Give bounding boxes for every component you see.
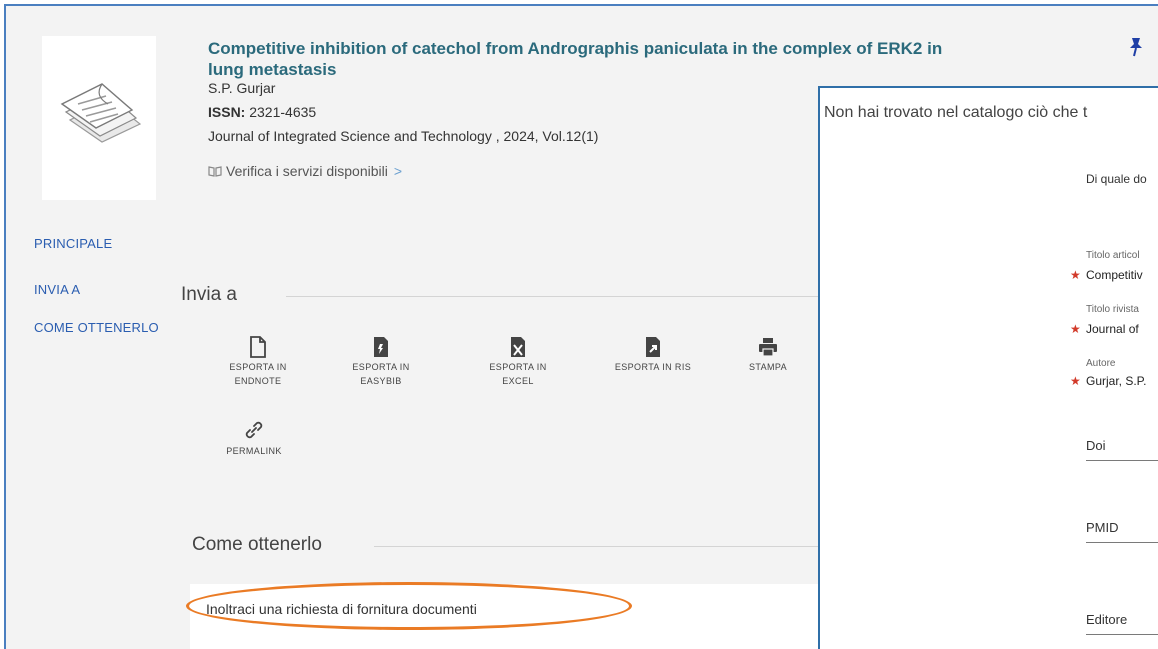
obtain-section-divider xyxy=(374,546,826,547)
easybib-icon xyxy=(374,337,388,357)
pin-icon[interactable] xyxy=(1128,36,1144,63)
issn-label: ISSN: xyxy=(208,104,246,120)
export-excel-line1: ESPORTA IN xyxy=(489,362,547,372)
nav-link-come-ottenerlo[interactable]: COME OTTENERLO xyxy=(34,320,159,335)
record-author: S.P. Gurjar xyxy=(208,80,276,96)
send-section-divider xyxy=(286,296,826,297)
field-author[interactable]: Gurjar, S.P. xyxy=(1086,374,1146,388)
document-request-panel: Non hai trovato nel catalogo ciò che t D… xyxy=(818,86,1158,649)
document-request-link[interactable]: Inoltraci una richiesta di fornitura doc… xyxy=(206,601,477,617)
issn-value: 2321-4635 xyxy=(249,104,317,120)
export-endnote-button[interactable]: ESPORTA IN ENDNOTE xyxy=(210,336,306,388)
record-title-text[interactable]: Competitive inhibition of catechol from … xyxy=(208,39,942,79)
field-article-title[interactable]: Competitiv xyxy=(1086,268,1143,282)
record-thumbnail xyxy=(42,36,156,200)
panel-question: Di quale do xyxy=(1086,172,1147,186)
record-journal: Journal of Integrated Science and Techno… xyxy=(208,128,599,144)
send-section-heading: Invia a xyxy=(181,284,237,305)
field-label-journal-title: Titolo rivista xyxy=(1086,304,1139,315)
field-editore-underline xyxy=(1086,634,1158,635)
chevron-right-icon: > xyxy=(393,163,403,179)
field-doi-underline xyxy=(1086,460,1158,461)
nav-link-invia-a[interactable]: INVIA A xyxy=(34,282,80,297)
check-services-link[interactable]: Verifica i servizi disponibili > xyxy=(208,163,402,179)
export-endnote-line1: ESPORTA IN xyxy=(229,362,287,372)
field-label-author: Autore xyxy=(1086,358,1116,369)
field-label-article-title: Titolo articol xyxy=(1086,250,1140,261)
field-editore[interactable]: Editore xyxy=(1086,612,1127,627)
export-easybib-button[interactable]: ESPORTA IN EASYBIB xyxy=(333,336,429,388)
record-issn: ISSN: 2321-4635 xyxy=(208,104,316,120)
field-pmid[interactable]: PMID xyxy=(1086,520,1119,535)
panel-header: Non hai trovato nel catalogo ciò che t xyxy=(824,104,1088,121)
link-icon xyxy=(245,421,263,439)
check-services-label[interactable]: Verifica i servizi disponibili xyxy=(226,163,388,179)
required-star-icon: ★ xyxy=(1070,374,1081,388)
export-excel-button[interactable]: ESPORTA IN EXCEL xyxy=(470,336,566,388)
required-star-icon: ★ xyxy=(1070,268,1081,282)
permalink-button[interactable]: PERMALINK xyxy=(206,418,302,458)
export-easybib-line2: EASYBIB xyxy=(360,376,402,386)
field-journal-title[interactable]: Journal of xyxy=(1086,322,1139,336)
obtain-section-heading: Come ottenerlo xyxy=(192,534,322,555)
permalink-label: PERMALINK xyxy=(226,446,282,456)
required-star-icon: ★ xyxy=(1070,322,1081,336)
export-easybib-line1: ESPORTA IN xyxy=(352,362,410,372)
nav-link-principale[interactable]: PRINCIPALE xyxy=(34,236,112,251)
record-title[interactable]: Competitive inhibition of catechol from … xyxy=(208,38,968,80)
document-stack-icon xyxy=(60,83,142,143)
print-icon xyxy=(759,338,777,357)
document-icon xyxy=(250,336,266,358)
export-ris-button[interactable]: ESPORTA IN RIS xyxy=(605,336,701,374)
excel-icon xyxy=(511,337,525,357)
export-endnote-line2: ENDNOTE xyxy=(234,376,282,386)
export-excel-line2: EXCEL xyxy=(502,376,534,386)
print-label: STAMPA xyxy=(748,362,788,372)
ris-icon xyxy=(646,337,660,357)
export-ris-label: ESPORTA IN RIS xyxy=(614,362,692,372)
book-open-icon xyxy=(208,166,222,177)
print-button[interactable]: STAMPA xyxy=(720,336,816,374)
field-pmid-underline xyxy=(1086,542,1158,543)
field-doi[interactable]: Doi xyxy=(1086,438,1106,453)
